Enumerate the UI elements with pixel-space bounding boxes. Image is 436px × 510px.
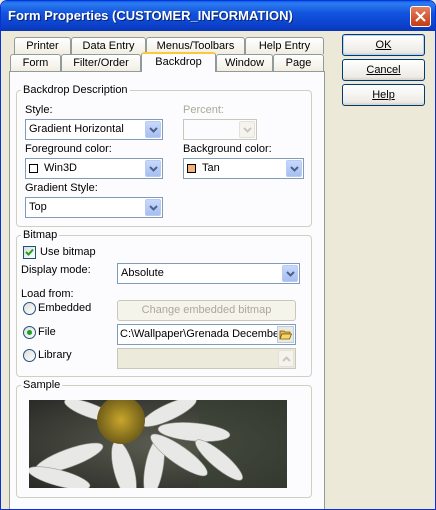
- tab-form[interactable]: Form: [10, 54, 61, 71]
- library-label[interactable]: Library: [38, 349, 72, 361]
- foreground-color-label: Foreground color:: [25, 143, 112, 155]
- use-bitmap-label[interactable]: Use bitmap: [40, 246, 96, 258]
- load-from-label: Load from:: [21, 288, 74, 300]
- foreground-color-value: Win3D: [44, 162, 78, 174]
- backdrop-description-label: Backdrop Description: [21, 84, 130, 96]
- backdrop-tab-panel: Backdrop Description Style: Gradient Hor…: [9, 71, 325, 509]
- background-color-dropdown-button[interactable]: [286, 160, 302, 177]
- gradient-style-label: Gradient Style:: [25, 182, 98, 194]
- percent-select: [183, 119, 257, 140]
- gradient-style-select[interactable]: Top: [25, 197, 163, 218]
- tab-printer[interactable]: Printer: [14, 37, 71, 54]
- sample-group: Sample: [16, 379, 312, 498]
- change-embedded-bitmap-button: Change embedded bitmap: [117, 300, 296, 321]
- tab-help-entry[interactable]: Help Entry: [245, 37, 324, 54]
- foreground-color-swatch: [29, 164, 38, 173]
- tab-page[interactable]: Page: [273, 54, 324, 71]
- sample-preview-image: [29, 400, 287, 488]
- browse-folder-button[interactable]: [277, 326, 294, 343]
- background-color-select[interactable]: Tan: [183, 158, 304, 179]
- background-color-swatch: [187, 164, 196, 173]
- embedded-radio[interactable]: [23, 302, 36, 315]
- foreground-color-select[interactable]: Win3D: [25, 158, 163, 179]
- chevron-down-icon: [243, 127, 252, 133]
- chevron-down-icon: [149, 127, 158, 133]
- percent-dropdown-button: [239, 121, 255, 138]
- display-mode-label: Display mode:: [21, 264, 91, 276]
- chevron-down-icon: [149, 205, 158, 211]
- chevron-down-icon: [149, 166, 158, 172]
- bitmap-group: Bitmap Use bitmap Display mode: Absolute…: [16, 229, 312, 377]
- file-label[interactable]: File: [38, 326, 56, 338]
- tab-window[interactable]: Window: [216, 54, 273, 71]
- foreground-color-dropdown-button[interactable]: [145, 160, 161, 177]
- chevron-down-icon: [290, 166, 299, 172]
- percent-label: Percent:: [183, 104, 224, 116]
- close-button[interactable]: [410, 6, 431, 27]
- library-up-button: [278, 350, 294, 367]
- gradient-style-value: Top: [29, 201, 47, 213]
- library-radio[interactable]: [23, 349, 36, 362]
- help-button[interactable]: Help: [342, 84, 425, 106]
- library-input: [117, 348, 296, 369]
- cancel-button-label: Cancel: [366, 64, 401, 76]
- title-bar[interactable]: Form Properties (CUSTOMER_INFORMATION): [1, 1, 435, 31]
- gradient-style-dropdown-button[interactable]: [145, 199, 161, 216]
- tab-control: Printer Data Entry Menus/Toolbars Help E…: [9, 35, 327, 509]
- style-select[interactable]: Gradient Horizontal: [25, 119, 163, 140]
- backdrop-description-group: Backdrop Description Style: Gradient Hor…: [16, 84, 312, 227]
- tab-data-entry[interactable]: Data Entry: [71, 37, 146, 54]
- close-icon: [415, 11, 426, 22]
- sample-group-label: Sample: [21, 379, 63, 391]
- bitmap-group-label: Bitmap: [21, 229, 60, 241]
- ok-button[interactable]: OK: [342, 34, 425, 56]
- form-properties-dialog: Form Properties (CUSTOMER_INFORMATION) P…: [0, 0, 436, 510]
- style-dropdown-button[interactable]: [145, 121, 161, 138]
- bitmap-file-path-value: C:\Wallpaper\Grenada December: [120, 328, 283, 340]
- tab-filter-order[interactable]: Filter/Order: [61, 54, 141, 71]
- folder-open-icon: [279, 330, 292, 340]
- embedded-label[interactable]: Embedded: [38, 302, 91, 314]
- chevron-up-icon: [282, 356, 291, 362]
- style-label: Style:: [25, 104, 53, 116]
- use-bitmap-checkbox[interactable]: [23, 246, 36, 259]
- radio-selected-dot: [27, 330, 32, 335]
- file-radio[interactable]: [23, 326, 36, 339]
- ok-button-label: OK: [375, 39, 392, 51]
- background-color-label: Background color:: [183, 143, 272, 155]
- bitmap-file-path-input[interactable]: C:\Wallpaper\Grenada December: [117, 324, 296, 345]
- checkmark-icon: [25, 248, 34, 256]
- help-button-label: Help: [372, 89, 395, 101]
- window-title: Form Properties (CUSTOMER_INFORMATION): [8, 8, 293, 23]
- cancel-button[interactable]: Cancel: [342, 59, 425, 81]
- style-value: Gradient Horizontal: [29, 123, 124, 135]
- display-mode-dropdown-button[interactable]: [282, 265, 298, 282]
- display-mode-select[interactable]: Absolute: [117, 263, 300, 284]
- chevron-down-icon: [286, 271, 295, 277]
- tab-backdrop[interactable]: Backdrop: [141, 52, 216, 72]
- background-color-value: Tan: [202, 162, 220, 174]
- display-mode-value: Absolute: [121, 267, 164, 279]
